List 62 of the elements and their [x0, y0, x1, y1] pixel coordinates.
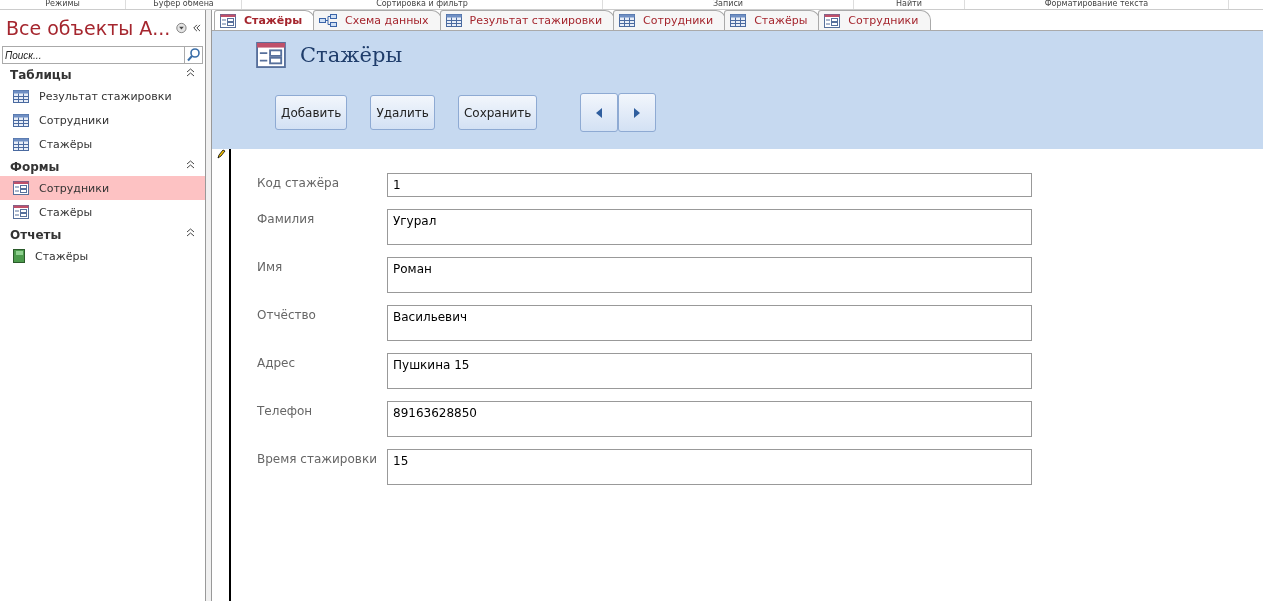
form-button[interactable]: Сохранить: [457, 95, 538, 130]
navigation-title[interactable]: Все объекты А...: [6, 17, 171, 39]
navigation-item[interactable]: Результат стажировки: [0, 84, 205, 108]
ribbon-group-label: Найти: [854, 0, 965, 9]
field-label: Адрес: [257, 355, 297, 372]
navigation-item[interactable]: Стажёры: [0, 200, 205, 224]
search-icon[interactable]: [185, 46, 203, 64]
form-icon: [220, 13, 236, 28]
field-label: Время стажировки: [257, 451, 378, 468]
document-tab[interactable]: Результат стажировки: [439, 10, 616, 30]
navigation-item[interactable]: Сотрудники: [0, 176, 205, 200]
field-label: Телефон: [257, 403, 314, 420]
document-tab[interactable]: Стажёры: [724, 10, 821, 30]
form-title: Стажёры: [300, 43, 403, 67]
input-field[interactable]: Угурал: [387, 209, 1032, 245]
field-label: Код стажёра: [257, 175, 341, 192]
form-button[interactable]: Добавить: [275, 95, 348, 130]
collapse-pane-icon[interactable]: [193, 23, 201, 33]
search-field[interactable]: Поиск...: [2, 46, 185, 64]
field-label: Отчёство: [257, 307, 317, 324]
input-field[interactable]: 1: [387, 173, 1032, 197]
group-header[interactable]: Формы: [10, 160, 60, 174]
table-icon: [619, 14, 636, 27]
left-triangle-icon: [595, 106, 604, 119]
collapse-icon[interactable]: [186, 68, 195, 77]
input-field[interactable]: Роман: [387, 257, 1032, 293]
collapse-icon[interactable]: [186, 160, 195, 169]
table-icon: [13, 137, 29, 151]
navigation-item[interactable]: Сотрудники: [0, 108, 205, 132]
form-button[interactable]: Удалить: [370, 95, 435, 130]
field-label: Имя: [257, 259, 284, 276]
document-tab[interactable]: Схема данных: [313, 10, 442, 30]
form-icon: [824, 13, 841, 28]
form-icon: [13, 205, 29, 219]
report-icon: [13, 249, 25, 263]
table-icon: [730, 14, 747, 27]
ribbon-group-label: Режимы: [0, 0, 126, 9]
collapse-icon[interactable]: [186, 228, 195, 237]
input-field[interactable]: 89163628850: [387, 401, 1032, 437]
table-icon: [13, 89, 29, 103]
table-icon: [13, 113, 29, 127]
ribbon-group-label: Форматирование текста: [965, 0, 1229, 9]
form-icon: [256, 42, 286, 68]
document-tab[interactable]: Стажёры: [214, 10, 316, 30]
input-field[interactable]: Пушкина 15: [387, 353, 1032, 389]
ribbon-group-label: Записи: [603, 0, 854, 9]
form-icon: [13, 181, 29, 195]
navigation-item[interactable]: Стажёры: [0, 244, 205, 268]
document-tab[interactable]: Сотрудники: [613, 10, 727, 30]
ribbon-group-label: Буфер обмена: [126, 0, 242, 9]
table-icon: [445, 14, 462, 27]
navigation-item[interactable]: Стажёры: [0, 132, 205, 156]
ribbon-group-label: Сортировка и фильтр: [242, 0, 603, 9]
input-field[interactable]: Васильевич: [387, 305, 1032, 341]
field-label: Фамилия: [257, 211, 316, 228]
document-tab[interactable]: Сотрудники: [818, 10, 932, 30]
input-field[interactable]: 15: [387, 449, 1032, 485]
right-triangle-icon: [633, 106, 642, 119]
group-header[interactable]: Отчеты: [10, 228, 62, 242]
group-header[interactable]: Таблицы: [10, 68, 72, 82]
dropdown-icon[interactable]: [176, 21, 188, 35]
relationship-diagram-icon: [319, 14, 338, 27]
